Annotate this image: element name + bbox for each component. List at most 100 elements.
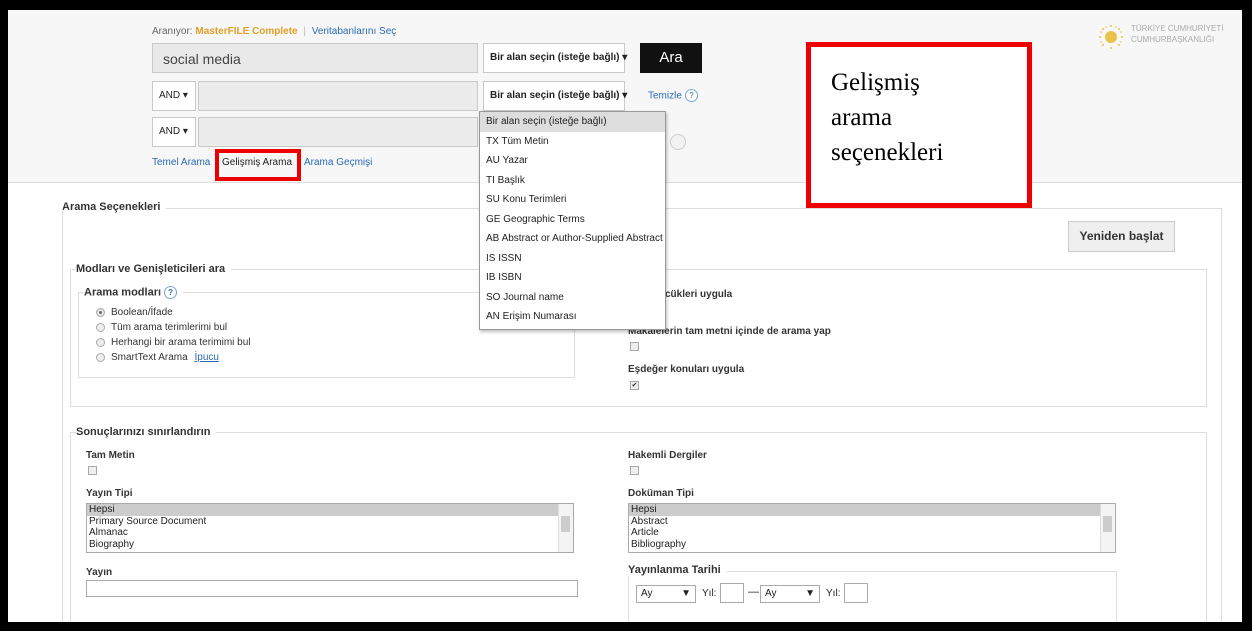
pub-type-list[interactable]: Hepsi Primary Source Document Almanac Bi… xyxy=(86,503,574,553)
dropdown-option[interactable]: SU Konu Terimleri xyxy=(480,190,665,210)
field-select-1[interactable]: Bir alan seçin (isteğe bağlı) ▾ xyxy=(483,43,627,73)
remove-row-icon[interactable] xyxy=(670,134,686,150)
dropdown-option[interactable]: TI Başlık xyxy=(480,171,665,191)
scroll-thumb[interactable] xyxy=(561,516,570,532)
radio-icon xyxy=(96,352,105,362)
dropdown-option[interactable]: IS ISSN xyxy=(480,249,665,269)
mode-all-terms[interactable]: Tüm arama terimlerimi bul xyxy=(96,322,227,333)
radio-icon xyxy=(96,307,105,317)
tip-link[interactable]: İpucu xyxy=(194,352,218,363)
help-icon[interactable]: ? xyxy=(684,89,698,102)
list-item[interactable]: Hepsi xyxy=(87,504,573,516)
start-month-value: Ay xyxy=(641,588,653,599)
radio-icon xyxy=(96,337,105,347)
dropdown-option[interactable]: IB ISBN xyxy=(480,268,665,288)
end-month-select[interactable]: Ay ▼ xyxy=(760,585,820,603)
expander-related-words: zcükleri uygula xyxy=(660,289,733,300)
pub-type-label: Yayın Tipi xyxy=(86,488,133,499)
field-select-1-label: Bir alan seçin (isteğe bağlı) xyxy=(490,52,620,63)
full-text-label: Tam Metin xyxy=(86,450,135,461)
highlight-box-advanced xyxy=(215,149,301,181)
clear-row: Temizle ? xyxy=(648,89,698,102)
start-year-label: Yıl: xyxy=(702,588,717,599)
search-button[interactable]: Ara xyxy=(640,43,702,73)
mode-any-terms[interactable]: Herhangi bir arama terimimi bul xyxy=(96,337,251,348)
end-year-label: Yıl: xyxy=(826,588,841,599)
nav-basic-search[interactable]: Temel Arama xyxy=(152,157,210,168)
clear-link[interactable]: Temizle xyxy=(648,90,682,101)
boolean-select-3[interactable]: AND ▾ xyxy=(152,117,196,147)
end-month-value: Ay xyxy=(765,588,777,599)
field-dropdown-menu[interactable]: Bir alan seçin (isteğe bağlı) TX Tüm Met… xyxy=(479,111,666,330)
callout-line1: Gelişmiş xyxy=(831,69,920,96)
list-item[interactable]: Hepsi xyxy=(629,504,1115,516)
emblem-icon xyxy=(1099,25,1123,49)
list-item[interactable]: Primary Source Document xyxy=(87,516,573,528)
search-options-title: Arama Seçenekleri xyxy=(62,201,167,213)
start-month-select[interactable]: Ay ▼ xyxy=(636,585,696,603)
modes-help-icon[interactable]: ? xyxy=(164,286,178,299)
search-modes-title-text: Arama modları xyxy=(84,286,162,299)
boolean-select-2-label: AND xyxy=(159,90,181,101)
options-left-border xyxy=(62,208,63,622)
full-text-checkbox[interactable] xyxy=(88,466,97,475)
peer-reviewed-label: Hakemli Dergiler xyxy=(628,450,707,461)
list-item[interactable]: Almanac xyxy=(87,527,573,539)
publication-label: Yayın xyxy=(86,567,113,578)
scroll-thumb[interactable] xyxy=(1103,516,1112,532)
searching-line: Aranıyor: MasterFILE Complete | Veritaba… xyxy=(152,26,397,37)
nav-search-history[interactable]: Arama Geçmişi xyxy=(304,157,372,168)
emblem-text-line1: TÜRKİYE CUMHURİYETİ xyxy=(1131,24,1224,33)
reset-button[interactable]: Yeniden başlat xyxy=(1068,221,1175,252)
list-item[interactable]: Abstract xyxy=(629,516,1115,528)
dropdown-option[interactable]: AN Erişim Numarası xyxy=(480,307,665,327)
annotation-callout: Gelişmiş arama seçenekleri xyxy=(806,42,1032,208)
dropdown-option[interactable]: TX Tüm Metin xyxy=(480,132,665,152)
list-item[interactable]: Article xyxy=(629,527,1115,539)
start-year-input[interactable] xyxy=(720,583,744,603)
search-input-2[interactable] xyxy=(198,81,478,111)
scrollbar[interactable] xyxy=(558,504,573,552)
database-name: MasterFILE Complete xyxy=(195,26,298,37)
doc-type-list[interactable]: Hepsi Abstract Article Bibliography xyxy=(628,503,1116,553)
dropdown-option[interactable]: SO Journal name xyxy=(480,288,665,308)
list-item[interactable]: Bibliography xyxy=(629,539,1115,551)
scrollbar[interactable] xyxy=(1100,504,1115,552)
pub-date-label: Yayınlanma Tarihi xyxy=(628,564,727,576)
mode-smarttext[interactable]: SmartText Arama İpucu xyxy=(96,352,219,363)
radio-icon xyxy=(96,322,105,332)
list-item[interactable]: Biography xyxy=(87,539,573,551)
date-dash: — xyxy=(748,586,759,598)
callout-line2: arama xyxy=(831,104,893,131)
peer-reviewed-checkbox[interactable] xyxy=(630,466,639,475)
mode-any-terms-label: Herhangi bir arama terimimi bul xyxy=(111,337,251,348)
search-input-1[interactable]: social media xyxy=(152,43,478,73)
modes-expanders-title: Modları ve Genişleticileri ara xyxy=(76,263,232,275)
doc-type-label: Doküman Tipi xyxy=(628,488,694,499)
mode-boolean[interactable]: Boolean/İfade xyxy=(96,307,173,318)
publication-input[interactable] xyxy=(86,580,578,597)
limits-title: Sonuçlarınızı sınırlandırın xyxy=(76,426,217,438)
search-modes-title: Arama modları ? xyxy=(84,286,184,299)
end-year-input[interactable] xyxy=(844,583,868,603)
choose-databases-link[interactable]: Veritabanlarını Seç xyxy=(312,26,397,37)
search-input-3[interactable] xyxy=(198,117,478,147)
expander-equivalent-checkbox[interactable]: ✔ xyxy=(630,381,639,390)
boolean-select-3-label: AND xyxy=(159,126,181,137)
mode-all-terms-label: Tüm arama terimlerimi bul xyxy=(111,322,228,333)
boolean-select-2[interactable]: AND ▾ xyxy=(152,81,196,111)
searching-label: Aranıyor: xyxy=(152,26,193,37)
field-select-2-label: Bir alan seçin (isteğe bağlı) xyxy=(490,90,620,101)
emblem-text: TÜRKİYE CUMHURİYETİ CUMHURBAŞKANLIĞI xyxy=(1131,23,1223,45)
app-frame: Aranıyor: MasterFILE Complete | Veritaba… xyxy=(8,10,1242,622)
dropdown-option[interactable]: AB Abstract or Author-Supplied Abstract xyxy=(480,229,665,249)
dropdown-option[interactable]: GE Geographic Terms xyxy=(480,210,665,230)
options-right-border xyxy=(1221,208,1222,622)
expander-fulltext-checkbox[interactable] xyxy=(630,342,639,351)
field-select-2[interactable]: Bir alan seçin (isteğe bağlı) ▾ xyxy=(483,81,627,111)
dropdown-option[interactable]: AU Yazar xyxy=(480,151,665,171)
dropdown-option[interactable]: Bir alan seçin (isteğe bağlı) xyxy=(480,112,665,132)
callout-line3: seçenekleri xyxy=(831,139,944,166)
expander-equivalent-label: Eşdeğer konuları uygula xyxy=(628,364,745,375)
mode-boolean-label: Boolean/İfade xyxy=(111,307,173,318)
